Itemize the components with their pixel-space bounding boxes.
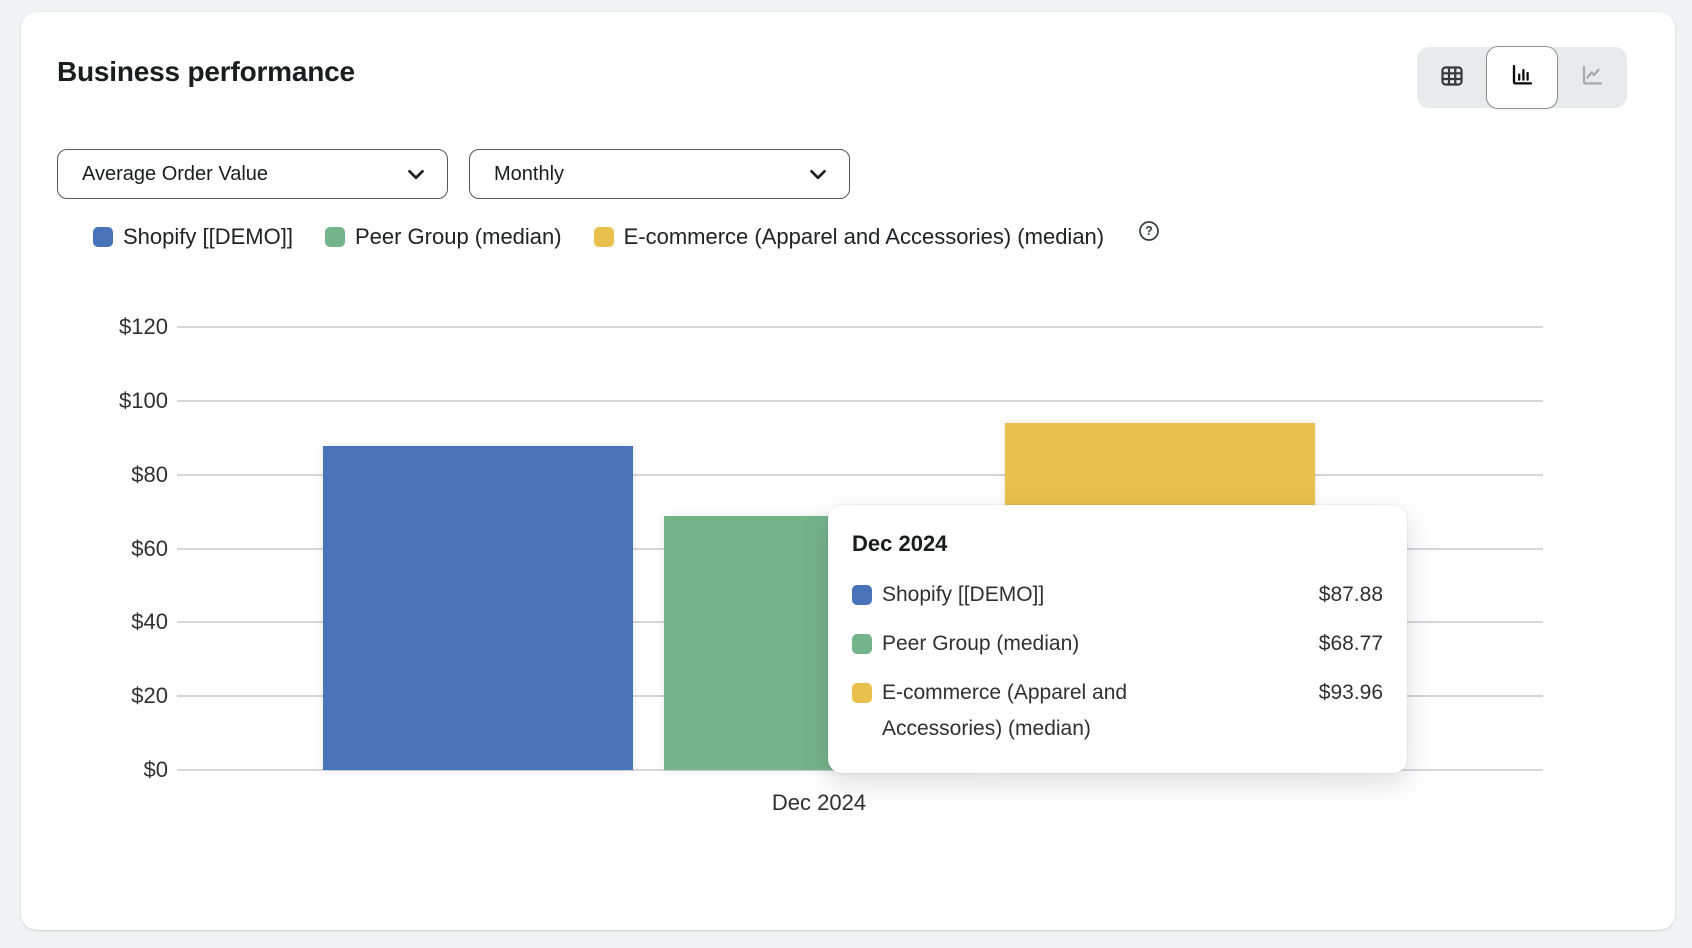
tooltip-row: Peer Group (median) $68.77 — [852, 626, 1383, 662]
legend-item-label: E-commerce (Apparel and Accessories) (me… — [624, 224, 1105, 250]
legend-item-e-commerce-apparel-and-accessories-median: E-commerce (Apparel and Accessories) (me… — [594, 224, 1105, 250]
page-title: Business performance — [57, 54, 355, 90]
x-axis-tick-label: Dec 2024 — [719, 790, 919, 816]
y-axis-tick-label: $20 — [21, 682, 168, 710]
legend-item-shopify-demo: Shopify [[DEMO]] — [93, 224, 293, 250]
svg-text:?: ? — [1145, 224, 1153, 238]
y-axis-tick-label: $0 — [21, 756, 168, 784]
y-axis-tick-label: $100 — [21, 387, 168, 415]
view-toggle-group — [1417, 47, 1627, 108]
gridline — [177, 326, 1543, 328]
tooltip-row-label: Shopify [[DEMO]] — [882, 577, 1044, 613]
tooltip-row: E-commerce (Apparel and Accessories) (me… — [852, 675, 1383, 747]
y-axis-tick-label: $60 — [21, 535, 168, 563]
metric-select[interactable]: Average Order Value — [57, 149, 448, 199]
tooltip-row-label: Peer Group (median) — [882, 626, 1079, 662]
chart-legend: Shopify [[DEMO]] Peer Group (median) E-com… — [93, 224, 1160, 250]
y-axis-tick-label: $120 — [21, 313, 168, 341]
series-swatch — [852, 585, 872, 605]
chart-tooltip: Dec 2024 Shopify [[DEMO]] $87.88 Peer Grou… — [828, 505, 1407, 773]
tooltip-row: Shopify [[DEMO]] $87.88 — [852, 577, 1383, 613]
granularity-select-value: Monthly — [494, 163, 564, 186]
table-icon — [1438, 62, 1466, 93]
help-icon[interactable]: ? — [1138, 220, 1160, 242]
view-line-chart-button[interactable] — [1558, 47, 1627, 108]
y-axis-tick-label: $80 — [21, 461, 168, 489]
view-table-button[interactable] — [1417, 47, 1486, 108]
tooltip-title: Dec 2024 — [852, 531, 1383, 557]
tooltip-row-value: $93.96 — [1303, 675, 1383, 711]
line-chart-icon — [1578, 62, 1606, 93]
series-swatch — [594, 227, 614, 247]
chevron-down-icon — [403, 161, 429, 187]
legend-item-label: Shopify [[DEMO]] — [123, 224, 293, 250]
granularity-select[interactable]: Monthly — [469, 149, 850, 199]
metric-select-value: Average Order Value — [82, 163, 268, 186]
series-swatch — [852, 634, 872, 654]
legend-item-peer-group-median: Peer Group (median) — [325, 224, 562, 250]
chevron-down-icon — [805, 161, 831, 187]
series-swatch — [93, 227, 113, 247]
y-axis-tick-label: $40 — [21, 608, 168, 636]
bar-shopify-demo[interactable] — [323, 446, 633, 770]
gridline — [177, 400, 1543, 402]
series-swatch — [852, 683, 872, 703]
series-swatch — [325, 227, 345, 247]
bar-chart-icon — [1508, 62, 1536, 93]
tooltip-row-value: $68.77 — [1303, 626, 1383, 662]
tooltip-row-label: E-commerce (Apparel and Accessories) (me… — [882, 675, 1222, 747]
business-performance-card: Business performance — [21, 12, 1675, 930]
legend-item-label: Peer Group (median) — [355, 224, 562, 250]
view-bar-chart-button[interactable] — [1486, 46, 1557, 109]
tooltip-row-value: $87.88 — [1303, 577, 1383, 613]
